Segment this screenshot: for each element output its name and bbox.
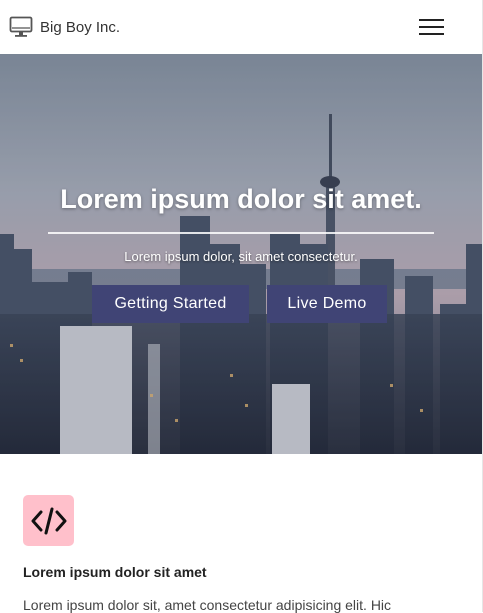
code-icon bbox=[31, 507, 66, 534]
hamburger-menu-icon[interactable] bbox=[419, 19, 444, 35]
navbar: Big Boy Inc. bbox=[0, 0, 482, 54]
desktop-monitor-icon bbox=[9, 16, 33, 37]
hero-divider bbox=[48, 232, 434, 234]
brand-name: Big Boy Inc. bbox=[40, 18, 121, 36]
hero-title: Lorem ipsum dolor sit amet. bbox=[60, 184, 422, 214]
feature-text: Lorem ipsum dolor sit, amet consectetur … bbox=[23, 597, 392, 613]
live-demo-button[interactable]: Live Demo bbox=[267, 285, 387, 323]
getting-started-button[interactable]: Getting Started bbox=[92, 285, 249, 323]
brand[interactable]: Big Boy Inc. bbox=[9, 15, 120, 39]
feature-icon-box bbox=[23, 495, 74, 546]
feature-title: Lorem ipsum dolor sit amet bbox=[23, 564, 207, 580]
hero-subtitle: Lorem ipsum dolor, sit amet consectetur. bbox=[124, 249, 358, 264]
hero-section: Lorem ipsum dolor sit amet. Lorem ipsum … bbox=[0, 54, 482, 454]
